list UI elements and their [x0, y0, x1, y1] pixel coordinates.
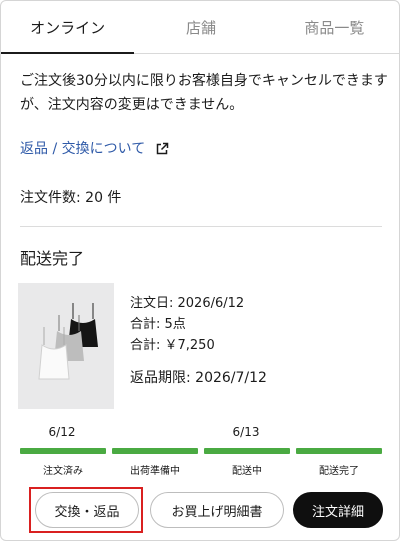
progress-segment-preparing: [112, 448, 198, 454]
step-ordered: 注文済み: [43, 466, 83, 477]
progress-bar: [20, 448, 382, 454]
product-thumbnail[interactable]: [18, 283, 114, 409]
progress-steps: 注文済み 出荷準備中 配送中 配送完了: [20, 462, 382, 477]
step-in-transit: 配送中: [232, 466, 262, 477]
camisole-white-image: [38, 327, 70, 380]
date-shipping: 6/13: [232, 425, 260, 439]
date-ordered: 6/12: [48, 425, 76, 439]
progress-segment-delivered: [296, 448, 382, 454]
order-detail-button[interactable]: 注文詳細: [293, 492, 383, 528]
tab-bar: オンライン 店舗 商品一覧: [1, 1, 399, 54]
tab-store[interactable]: 店舗: [134, 1, 267, 53]
cancellation-notice: ご注文後30分以内に限りお客様自身でキャンセルできますが、注文内容の変更はできま…: [20, 73, 388, 113]
exchange-return-button[interactable]: 交換・返品: [35, 492, 139, 528]
order-total: 合計: ￥7,250: [130, 338, 215, 353]
purchase-receipt-button[interactable]: お買上げ明細書: [150, 492, 284, 528]
order-date: 注文日: 2026/6/12: [130, 296, 245, 311]
returns-link-row[interactable]: 返品 / 交換について: [20, 138, 169, 158]
section-divider: [20, 226, 382, 227]
tab-product-list[interactable]: 商品一覧: [268, 1, 399, 53]
progress-segment-ordered: [20, 448, 106, 454]
external-link-icon[interactable]: [155, 141, 169, 155]
order-count: 注文件数: 20 件: [20, 190, 122, 206]
returns-exchange-link[interactable]: 返品 / 交換について: [20, 138, 145, 158]
step-delivered: 配送完了: [319, 466, 359, 477]
item-count: 合計: 5点: [130, 317, 186, 332]
progress-segment-in-transit: [204, 448, 290, 454]
order-history-panel: オンライン 店舗 商品一覧 ご注文後30分以内に限りお客様自身でキャンセルできま…: [0, 0, 400, 541]
delivery-status-title: 配送完了: [20, 249, 85, 268]
tab-online[interactable]: オンライン: [1, 1, 135, 54]
step-preparing: 出荷準備中: [130, 466, 180, 477]
order-info: 注文日: 2026/6/12 合計: 5点 合計: ￥7,250: [130, 293, 244, 356]
return-deadline: 返品期限: 2026/7/12: [130, 370, 267, 386]
progress-dates: 6/12 6/13: [1, 425, 399, 441]
